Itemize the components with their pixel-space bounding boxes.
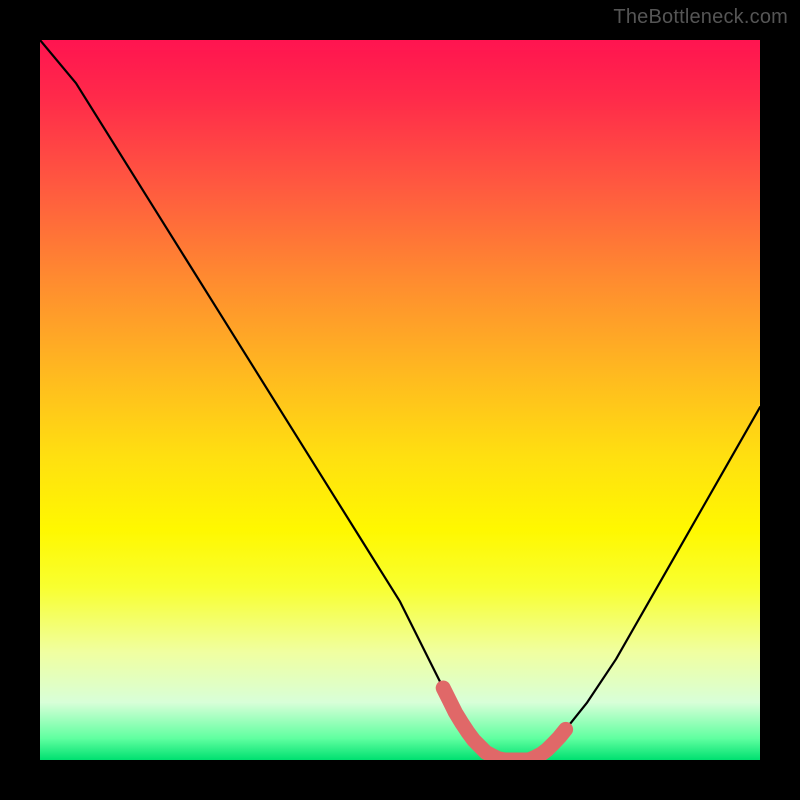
bottleneck-curve-path bbox=[40, 40, 760, 760]
chart-container: TheBottleneck.com bbox=[0, 0, 800, 800]
curve-svg bbox=[40, 40, 760, 760]
plot-area bbox=[40, 40, 760, 760]
watermark-text: TheBottleneck.com bbox=[613, 6, 788, 29]
optimal-range-highlight bbox=[443, 688, 565, 760]
